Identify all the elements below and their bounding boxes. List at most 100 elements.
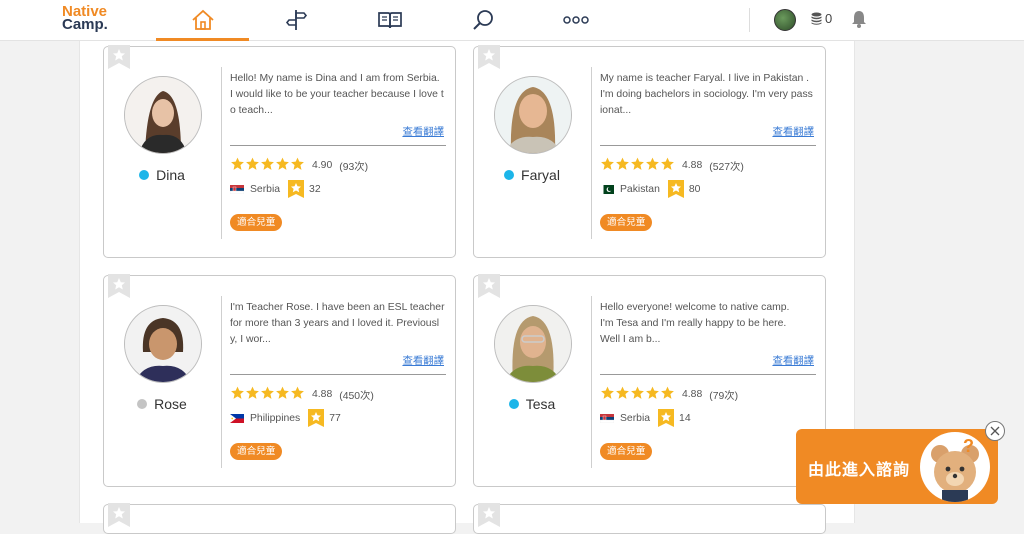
close-consultation-button[interactable] <box>985 421 1005 441</box>
teacher-portrait <box>495 306 571 382</box>
nav-textbook[interactable] <box>343 0 436 40</box>
lesson-badge-icon <box>308 409 325 427</box>
teacher-card[interactable]: Dina Hello! My name is Dina and I am fro… <box>103 45 456 258</box>
home-icon <box>191 9 214 30</box>
svg-text:?: ? <box>963 436 974 456</box>
serbia-flag-icon <box>230 184 244 194</box>
translate-link[interactable]: 查看翻譯 <box>772 352 814 367</box>
star-icon <box>616 157 629 170</box>
coin-count: 0 <box>825 11 833 26</box>
teacher-name-row[interactable]: Dina <box>104 167 220 183</box>
teacher-name-row[interactable]: Rose <box>104 396 220 412</box>
teacher-name: Rose <box>154 396 187 412</box>
rating-row: 4.88 (79次) <box>600 386 738 403</box>
nav-guide[interactable] <box>250 0 343 40</box>
online-status-dot <box>504 170 515 180</box>
rating-score: 4.88 <box>682 389 703 400</box>
review-count: (93次) <box>339 162 369 173</box>
review-count: (527次) <box>709 162 744 173</box>
bookmark-icon[interactable] <box>108 503 130 527</box>
notifications-button[interactable] <box>851 10 867 33</box>
top-header: Native Camp. 0 <box>0 0 1024 41</box>
star-icon <box>631 386 644 399</box>
divider <box>221 67 222 239</box>
rating-stars <box>230 386 305 403</box>
teacher-intro: I'm Teacher Rose. I have been an ESL tea… <box>230 302 445 345</box>
lesson-count: 77 <box>329 412 341 424</box>
star-icon <box>601 386 614 399</box>
teacher-photo[interactable] <box>124 76 202 154</box>
rating-stars <box>600 386 675 403</box>
divider <box>600 374 816 375</box>
pakistan-flag-icon <box>600 184 614 194</box>
native-camp-logo[interactable]: Native Camp. <box>62 4 108 32</box>
bookmark-icon[interactable] <box>478 503 500 527</box>
teacher-intro: Hello everyone! welcome to native camp. … <box>600 302 790 345</box>
rating-row: 4.88 (450次) <box>230 386 374 403</box>
rating-stars <box>230 157 305 174</box>
teacher-card[interactable] <box>473 503 826 534</box>
translate-link[interactable]: 查看翻譯 <box>402 123 444 138</box>
coins-icon <box>811 12 822 25</box>
teacher-card[interactable]: Faryal My name is teacher Faryal. I live… <box>473 45 826 258</box>
teacher-portrait <box>125 77 201 153</box>
offline-status-dot <box>137 399 148 409</box>
lesson-count: 32 <box>309 183 321 195</box>
country-row: Serbia 14 <box>600 409 691 427</box>
divider <box>600 145 816 146</box>
lesson-badge-icon <box>667 180 684 198</box>
teacher-photo[interactable] <box>494 76 572 154</box>
teacher-card[interactable]: Tesa Hello everyone! welcome to native c… <box>473 274 826 487</box>
teacher-name-row[interactable]: Faryal <box>474 167 590 183</box>
star-icon <box>231 386 244 399</box>
rating-score: 4.88 <box>682 160 703 171</box>
star-icon <box>276 386 289 399</box>
bookmark-icon[interactable] <box>478 45 500 69</box>
country-row: Serbia 32 <box>230 180 321 198</box>
country-name: Serbia <box>250 183 281 195</box>
lesson-badge-icon <box>658 409 675 427</box>
teacher-photo[interactable] <box>494 305 572 383</box>
teacher-name: Dina <box>156 167 185 183</box>
star-icon <box>261 386 274 399</box>
teacher-card[interactable]: Rose I'm Teacher Rose. I have been an ES… <box>103 274 456 487</box>
review-count: (450次) <box>339 391 374 402</box>
header-divider <box>749 8 750 32</box>
bookmark-icon[interactable] <box>108 45 130 69</box>
lesson-count: 80 <box>688 183 701 195</box>
teacher-photo[interactable] <box>124 305 202 383</box>
coin-balance[interactable]: 0 <box>811 11 832 26</box>
nav-home[interactable] <box>156 0 249 41</box>
translate-link[interactable]: 查看翻譯 <box>772 123 814 138</box>
star-icon <box>661 157 674 170</box>
kids-badge: 適合兒童 <box>600 214 653 231</box>
star-icon <box>246 157 259 170</box>
search-icon <box>472 10 493 30</box>
philippines-flag-icon <box>230 413 244 423</box>
nav-search[interactable] <box>436 0 529 40</box>
nav-more[interactable] <box>529 0 622 40</box>
consultation-button[interactable]: 由此進入諮詢 ? <box>796 429 998 504</box>
teacher-name-row[interactable]: Tesa <box>474 396 590 412</box>
kids-badge: 適合兒童 <box>230 443 283 460</box>
star-icon <box>246 386 259 399</box>
country-name: Serbia <box>620 412 651 424</box>
teacher-list: Dina Hello! My name is Dina and I am fro… <box>79 41 855 534</box>
star-icon <box>261 157 274 170</box>
teacher-portrait <box>125 306 201 382</box>
teacher-name: Faryal <box>521 167 560 183</box>
teacher-card[interactable] <box>103 503 456 534</box>
country-name: Philippines <box>250 412 301 424</box>
translate-link[interactable]: 查看翻譯 <box>402 352 444 367</box>
star-icon <box>601 157 614 170</box>
star-icon <box>231 157 244 170</box>
online-status-dot <box>139 170 150 180</box>
teacher-portrait <box>495 77 571 153</box>
bookmark-icon[interactable] <box>478 274 500 298</box>
rating-score: 4.88 <box>312 389 333 400</box>
user-avatar[interactable] <box>774 9 796 31</box>
divider <box>230 145 446 146</box>
bookmark-icon[interactable] <box>108 274 130 298</box>
divider <box>230 374 446 375</box>
book-icon <box>377 12 402 29</box>
